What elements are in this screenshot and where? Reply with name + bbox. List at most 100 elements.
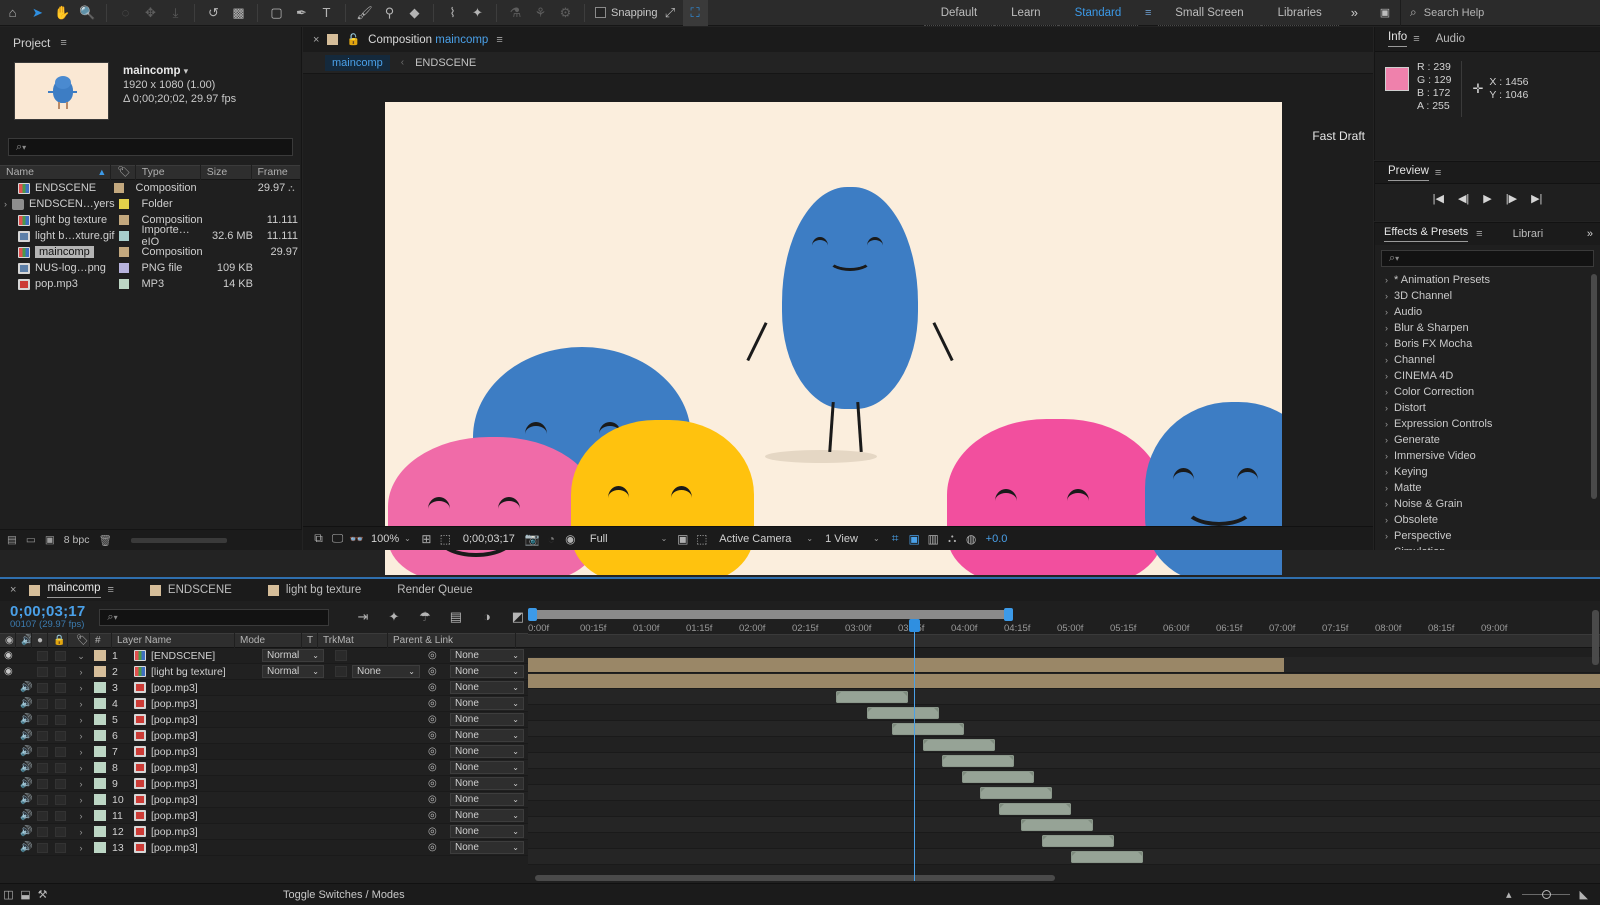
views-value[interactable]: 1 View bbox=[819, 533, 863, 545]
chevron-right-icon[interactable]: › bbox=[1385, 387, 1388, 397]
zoom-tool-icon[interactable]: 🔍 bbox=[75, 0, 100, 26]
puppet-bend-icon[interactable]: ⚙ bbox=[553, 0, 578, 26]
layer-mode-cell[interactable]: Normal ⌄ bbox=[258, 648, 330, 664]
layer-mode-cell[interactable] bbox=[258, 680, 330, 696]
audio-switch[interactable]: 🔊 bbox=[16, 792, 32, 808]
parent-cell[interactable]: None ⌄ bbox=[446, 760, 536, 776]
project-item-label-color[interactable] bbox=[115, 247, 140, 257]
audio-clip-bar[interactable] bbox=[980, 787, 1052, 799]
comp-renderer-icon[interactable]: ⬓ bbox=[17, 888, 34, 901]
channels-icon[interactable]: ◉ bbox=[561, 532, 580, 546]
preserve-transparency-switch[interactable] bbox=[330, 792, 348, 808]
info-menu-icon[interactable]: ≡ bbox=[1413, 33, 1419, 45]
effects-category-row[interactable]: › Perspective bbox=[1375, 528, 1600, 544]
audio-clip-bar[interactable] bbox=[923, 739, 995, 751]
expand-chevron-icon[interactable]: › bbox=[68, 808, 90, 824]
parent-cell[interactable]: None ⌄ bbox=[446, 696, 536, 712]
chevron-right-icon[interactable]: › bbox=[1385, 291, 1388, 301]
lock-switch[interactable] bbox=[48, 776, 68, 792]
last-frame-button[interactable]: ▶| bbox=[1531, 192, 1542, 205]
column-header-framerate[interactable]: Frame Ra.. bbox=[252, 165, 302, 180]
layer-label-color[interactable] bbox=[90, 664, 106, 680]
lock-switch[interactable] bbox=[48, 792, 68, 808]
track-matte-cell[interactable] bbox=[348, 744, 424, 760]
layout-switch-icon[interactable]: ▣ bbox=[1370, 0, 1400, 26]
parent-dropdown[interactable]: None ⌄ bbox=[450, 841, 524, 854]
parent-pickwhip-icon[interactable]: ◎ bbox=[424, 776, 446, 792]
chevron-right-icon[interactable]: › bbox=[1385, 515, 1388, 525]
layer-name-cell[interactable]: [pop.mp3] bbox=[130, 808, 258, 824]
project-item-label-color[interactable] bbox=[115, 215, 140, 225]
chevron-right-icon[interactable]: › bbox=[1385, 531, 1388, 541]
snapping-checkbox[interactable] bbox=[595, 7, 606, 18]
lock-switch[interactable] bbox=[48, 664, 68, 680]
parent-pickwhip-icon[interactable]: ◎ bbox=[424, 680, 446, 696]
preserve-transparency-switch[interactable] bbox=[330, 680, 348, 696]
layer-duration-bar[interactable] bbox=[528, 658, 1284, 672]
preserve-transparency-switch[interactable] bbox=[330, 776, 348, 792]
parent-dropdown[interactable]: None ⌄ bbox=[450, 793, 524, 806]
effects-scrollbar[interactable] bbox=[1591, 274, 1597, 499]
audio-switch[interactable]: 🔊 bbox=[16, 680, 32, 696]
video-switch[interactable] bbox=[0, 808, 16, 824]
track-matte-cell[interactable] bbox=[348, 792, 424, 808]
layer-mode-cell[interactable] bbox=[258, 776, 330, 792]
draft-3d-icon[interactable]: ✦ bbox=[378, 609, 409, 625]
unified-camera-tool-icon[interactable]: ✥ bbox=[138, 0, 163, 26]
audio-clip-bar[interactable] bbox=[1042, 835, 1114, 847]
transparency-grid-icon[interactable]: ▣ bbox=[673, 532, 692, 546]
lock-switch[interactable] bbox=[48, 840, 68, 856]
chevron-right-icon[interactable]: › bbox=[1385, 419, 1388, 429]
chevron-right-icon[interactable]: › bbox=[1385, 275, 1388, 285]
layer-mode-cell[interactable] bbox=[258, 840, 330, 856]
parent-dropdown[interactable]: None ⌄ bbox=[450, 761, 524, 774]
audio-clip-bar[interactable] bbox=[867, 707, 939, 719]
snap-grid-icon[interactable]: ⛶ bbox=[682, 0, 708, 26]
region-of-interest-icon[interactable]: ⬚ bbox=[436, 532, 455, 546]
parent-pickwhip-icon[interactable]: ◎ bbox=[424, 664, 446, 680]
audio-switch[interactable] bbox=[16, 648, 32, 664]
mode-dropdown[interactable]: Normal ⌄ bbox=[262, 649, 324, 662]
project-item-row[interactable]: › ENDSCEN…yers Folder bbox=[0, 196, 301, 212]
audio-clip-bar[interactable] bbox=[942, 755, 1014, 767]
layer-name-cell[interactable]: [pop.mp3] bbox=[130, 744, 258, 760]
solo-switch[interactable] bbox=[32, 664, 48, 680]
audio-switch[interactable]: 🔊 bbox=[16, 760, 32, 776]
project-item-label-color[interactable] bbox=[115, 231, 140, 241]
exposure-value[interactable]: +0.0 bbox=[981, 533, 1008, 545]
track-row[interactable] bbox=[528, 737, 1600, 753]
selection-tool-icon[interactable]: ➤ bbox=[25, 0, 50, 26]
solo-switch[interactable] bbox=[32, 840, 48, 856]
video-switch[interactable] bbox=[0, 792, 16, 808]
audio-clip-bar[interactable] bbox=[1071, 851, 1143, 863]
lock-switch[interactable] bbox=[48, 760, 68, 776]
work-area-end-handle[interactable] bbox=[1004, 608, 1013, 621]
track-matte-cell[interactable] bbox=[348, 680, 424, 696]
rotation-tool-icon[interactable]: ◌ bbox=[113, 0, 138, 26]
project-panel-slider[interactable] bbox=[130, 537, 227, 543]
snapping-toggle[interactable]: Snapping bbox=[595, 7, 658, 19]
mode-header[interactable]: Mode bbox=[235, 633, 302, 648]
interpret-footage-icon[interactable]: ▤ bbox=[7, 534, 17, 546]
workspace-learn[interactable]: Learn bbox=[994, 0, 1058, 26]
column-header-label[interactable]: 🏷 bbox=[111, 165, 136, 180]
new-composition-icon[interactable]: ▣ bbox=[45, 534, 55, 546]
solo-switch[interactable] bbox=[32, 680, 48, 696]
work-area-start-handle[interactable] bbox=[528, 608, 537, 621]
composition-mini-flowchart-icon[interactable]: ⇥ bbox=[347, 609, 378, 625]
rotate-icon[interactable]: ↺ bbox=[201, 0, 226, 26]
chevron-right-icon[interactable]: › bbox=[1385, 339, 1388, 349]
effects-category-row[interactable]: › Boris FX Mocha bbox=[1375, 336, 1600, 352]
chevron-right-icon[interactable]: › bbox=[1385, 451, 1388, 461]
effects-category-row[interactable]: › Expression Controls bbox=[1375, 416, 1600, 432]
magnification-value[interactable]: 100% bbox=[366, 533, 404, 545]
solo-switch[interactable] bbox=[32, 824, 48, 840]
audio-switch[interactable]: 🔊 bbox=[16, 808, 32, 824]
audio-switch[interactable]: 🔊 bbox=[16, 824, 32, 840]
first-frame-button[interactable]: |◀ bbox=[1433, 192, 1444, 205]
layer-label-color[interactable] bbox=[90, 824, 106, 840]
comp-flowchart-icon[interactable]: ⛬ bbox=[943, 531, 962, 546]
layer-number-header[interactable]: # bbox=[90, 633, 112, 648]
timeline-zoom-slider[interactable] bbox=[1521, 890, 1570, 899]
solo-switch[interactable] bbox=[32, 696, 48, 712]
